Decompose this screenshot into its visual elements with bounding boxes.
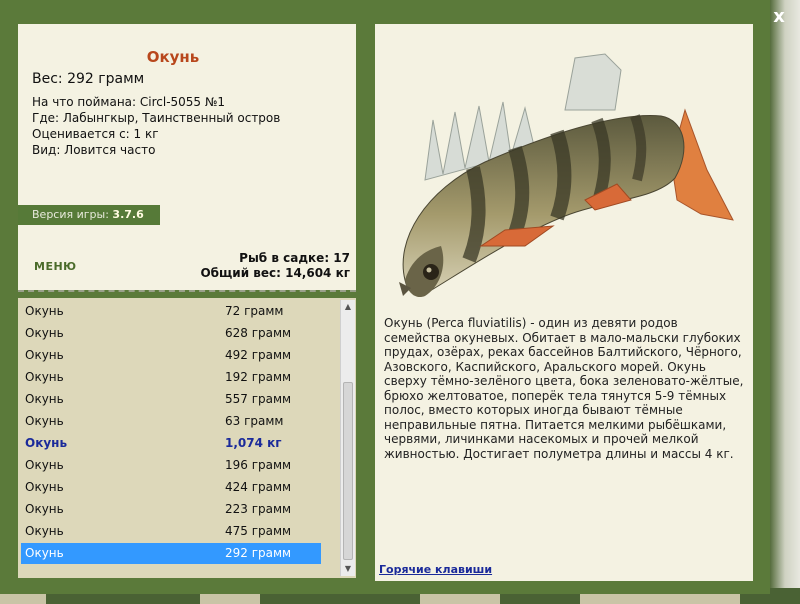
list-item[interactable]: Окунь 72 грамм bbox=[21, 301, 321, 322]
scroll-up-button[interactable]: ▲ bbox=[341, 300, 355, 314]
divider bbox=[18, 290, 356, 292]
list-item[interactable]: Окунь 192 грамм bbox=[21, 367, 321, 388]
list-item[interactable]: Окунь 557 грамм bbox=[21, 389, 321, 410]
list-item-name: Окунь bbox=[25, 480, 64, 494]
list-item-weight: 1,074 кг bbox=[225, 436, 282, 450]
list-item-weight: 424 грамм bbox=[225, 480, 292, 494]
list-item[interactable]: Окунь 475 грамм bbox=[21, 521, 321, 542]
scroll-thumb[interactable] bbox=[343, 382, 353, 560]
hotkeys-link[interactable]: Горячие клавиши bbox=[379, 563, 492, 576]
fish-count: Рыб в садке: 17 bbox=[239, 251, 350, 265]
list-item-weight: 223 грамм bbox=[225, 502, 292, 516]
close-button[interactable]: x bbox=[766, 6, 792, 28]
list-item[interactable]: Окунь 628 грамм bbox=[21, 323, 321, 344]
list-item[interactable]: Окунь 492 грамм bbox=[21, 345, 321, 366]
list-item-weight: 192 грамм bbox=[225, 370, 292, 384]
list-item[interactable]: Окунь 1,074 кг bbox=[21, 433, 321, 454]
perch-fish-image bbox=[399, 53, 734, 298]
list-item-name: Окунь bbox=[25, 392, 64, 406]
list-item-name: Окунь bbox=[25, 436, 68, 450]
list-item-name: Окунь bbox=[25, 348, 64, 362]
version-badge: Версия игры: 3.7.6 bbox=[18, 205, 160, 225]
scroll-down-button[interactable]: ▼ bbox=[341, 562, 355, 576]
list-item-name: Окунь bbox=[25, 546, 64, 560]
list-item-name: Окунь bbox=[25, 458, 64, 472]
list-item-weight: 557 грамм bbox=[225, 392, 292, 406]
list-item[interactable]: Окунь 63 грамм bbox=[21, 411, 321, 432]
fish-description-panel: Окунь (Perca fluviatilis) - один из девя… bbox=[375, 24, 753, 581]
list-item-weight: 628 грамм bbox=[225, 326, 292, 340]
list-item-weight: 63 грамм bbox=[225, 414, 284, 428]
list-item[interactable]: Окунь 223 грамм bbox=[21, 499, 321, 520]
fish-description: Окунь (Perca fluviatilis) - один из девя… bbox=[384, 316, 744, 461]
catch-location: Где: Лабынгкыр, Таинственный остров bbox=[32, 111, 281, 125]
version-value: 3.7.6 bbox=[112, 208, 144, 221]
list-item-weight: 196 грамм bbox=[225, 458, 292, 472]
list-item-name: Окунь bbox=[25, 524, 64, 538]
catch-frequency: Вид: Ловится часто bbox=[32, 143, 156, 157]
list-item-name: Окунь bbox=[25, 304, 64, 318]
fish-info-panel: Окунь Вес: 292 грамм На что поймана: Cir… bbox=[18, 24, 356, 292]
fish-dialog: Окунь Вес: 292 грамм На что поймана: Cir… bbox=[0, 0, 785, 594]
list-item-name: Окунь bbox=[25, 326, 64, 340]
menu-button[interactable]: МЕНЮ bbox=[34, 260, 77, 273]
catch-stats: Рыб в садке: 17 Общий вес: 14,604 кг bbox=[200, 251, 350, 281]
fish-title: Окунь bbox=[146, 48, 200, 66]
list-item-name: Окунь bbox=[25, 370, 64, 384]
list-item-weight: 475 грамм bbox=[225, 524, 292, 538]
list-item-weight: 492 грамм bbox=[225, 348, 292, 362]
version-label: Версия игры: bbox=[32, 208, 109, 221]
list-item-weight: 72 грамм bbox=[225, 304, 284, 318]
caught-on: На что поймана: Circl-5055 №1 bbox=[32, 95, 225, 109]
list-item[interactable]: Окунь 292 грамм bbox=[21, 543, 321, 564]
catch-list[interactable]: Окунь 72 грамм Окунь 628 грамм Окунь 492 грам… bbox=[18, 298, 356, 578]
list-item-name: Окунь bbox=[25, 414, 64, 428]
list-item[interactable]: Окунь 196 грамм bbox=[21, 455, 321, 476]
scrollbar[interactable]: ▲ ▼ bbox=[340, 300, 355, 576]
background-right bbox=[770, 0, 800, 604]
list-item-weight: 292 грамм bbox=[225, 546, 292, 560]
valued-from: Оценивается с: 1 кг bbox=[32, 127, 159, 141]
fish-weight: Вес: 292 грамм bbox=[32, 71, 145, 87]
list-item[interactable]: Окунь 424 грамм bbox=[21, 477, 321, 498]
total-weight: Общий вес: 14,604 кг bbox=[200, 266, 350, 280]
list-item-name: Окунь bbox=[25, 502, 64, 516]
